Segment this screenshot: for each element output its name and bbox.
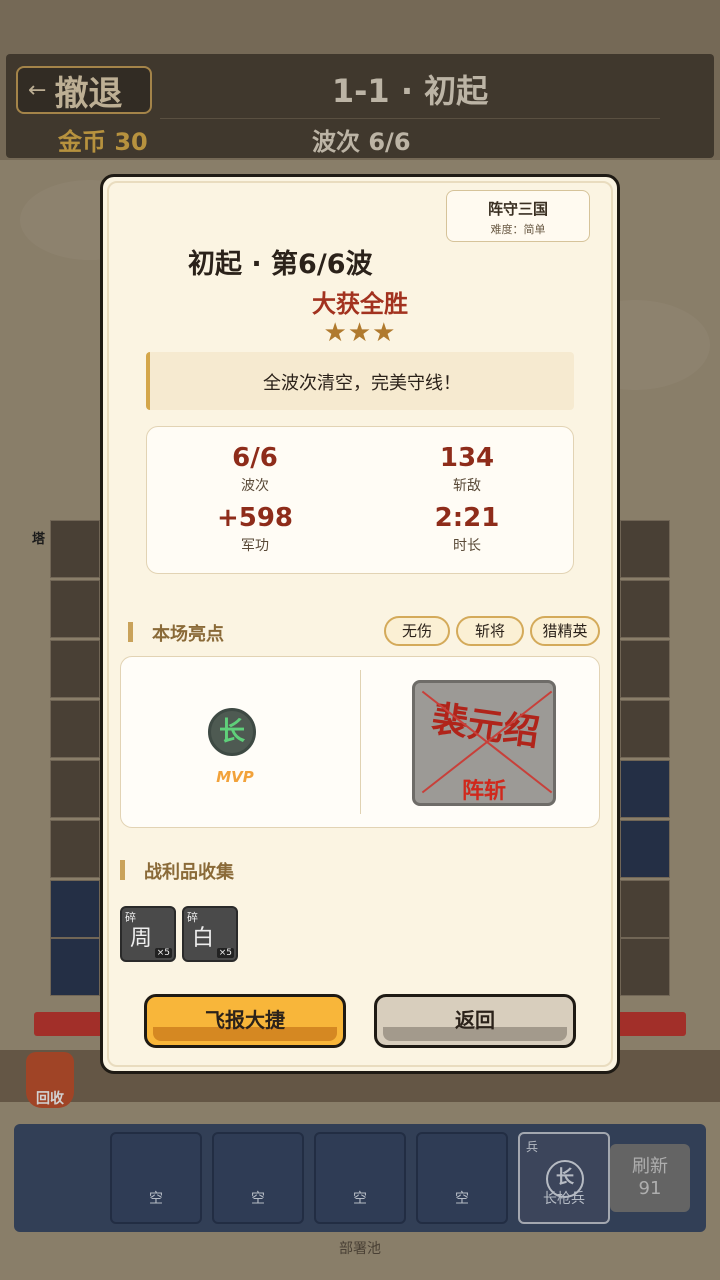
share-victory-button[interactable]: 飞报大捷 — [144, 994, 346, 1048]
slain-general-card: 裴元绍 阵斩 — [412, 680, 556, 806]
mvp-unit-icon: 长 — [208, 708, 256, 756]
stat-waves: 6/6 波次 — [155, 443, 355, 495]
outcome-title: 大获全胜 — [312, 290, 408, 318]
stat-value: 6/6 — [232, 443, 278, 473]
stat-label: 斩敌 — [453, 478, 481, 494]
stat-value: 2:21 — [434, 503, 500, 533]
stat-label: 时长 — [453, 538, 481, 554]
section-marker — [128, 622, 133, 642]
stage-title: 初起 · 第6/6波 — [188, 249, 373, 280]
stat-kills: 134 斩敌 — [367, 443, 567, 495]
stats-panel: 6/6 波次 134 斩敌 +598 军功 2:21 时长 — [146, 426, 574, 574]
stat-label: 军功 — [241, 538, 269, 554]
back-label: 返回 — [455, 1008, 495, 1032]
loot-count: ×5 — [154, 948, 172, 958]
loot-item[interactable]: 碎 白 ×5 — [182, 906, 238, 962]
highlight-tag: 斩将 — [456, 616, 524, 646]
game-brand-card: 阵守三国 难度：简单 — [446, 190, 590, 242]
result-quote: 全波次清空，完美守线！ — [146, 352, 574, 410]
star-rating: ★★★ — [323, 318, 397, 348]
loot-item[interactable]: 碎 周 ×5 — [120, 906, 176, 962]
loot-char: 周 — [130, 926, 153, 951]
highlight-tag: 猎精英 — [530, 616, 600, 646]
stat-value: +598 — [216, 503, 294, 533]
slain-general-name: 裴元绍 — [429, 698, 542, 755]
stat-duration: 2:21 时长 — [367, 503, 567, 555]
loot-char: 白 — [192, 926, 215, 951]
highlights-title: 本场亮点 — [152, 624, 224, 645]
quote-text: 全波次清空，完美守线！ — [263, 373, 461, 394]
mvp-label: MVP — [216, 768, 254, 786]
loot-count: ×5 — [216, 948, 234, 958]
back-button[interactable]: 返回 — [374, 994, 576, 1048]
stat-value: 134 — [439, 443, 495, 473]
loot-title: 战利品收集 — [144, 862, 234, 883]
share-victory-label: 飞报大捷 — [205, 1008, 285, 1032]
difficulty-label: 难度：简单 — [490, 223, 546, 236]
highlights-divider — [360, 670, 361, 814]
stat-merit: +598 军功 — [155, 503, 355, 555]
section-marker — [120, 860, 125, 880]
stat-label: 波次 — [241, 478, 269, 494]
highlight-tag: 无伤 — [384, 616, 450, 646]
game-name: 阵守三国 — [487, 200, 548, 218]
slain-label: 阵斩 — [461, 779, 506, 804]
